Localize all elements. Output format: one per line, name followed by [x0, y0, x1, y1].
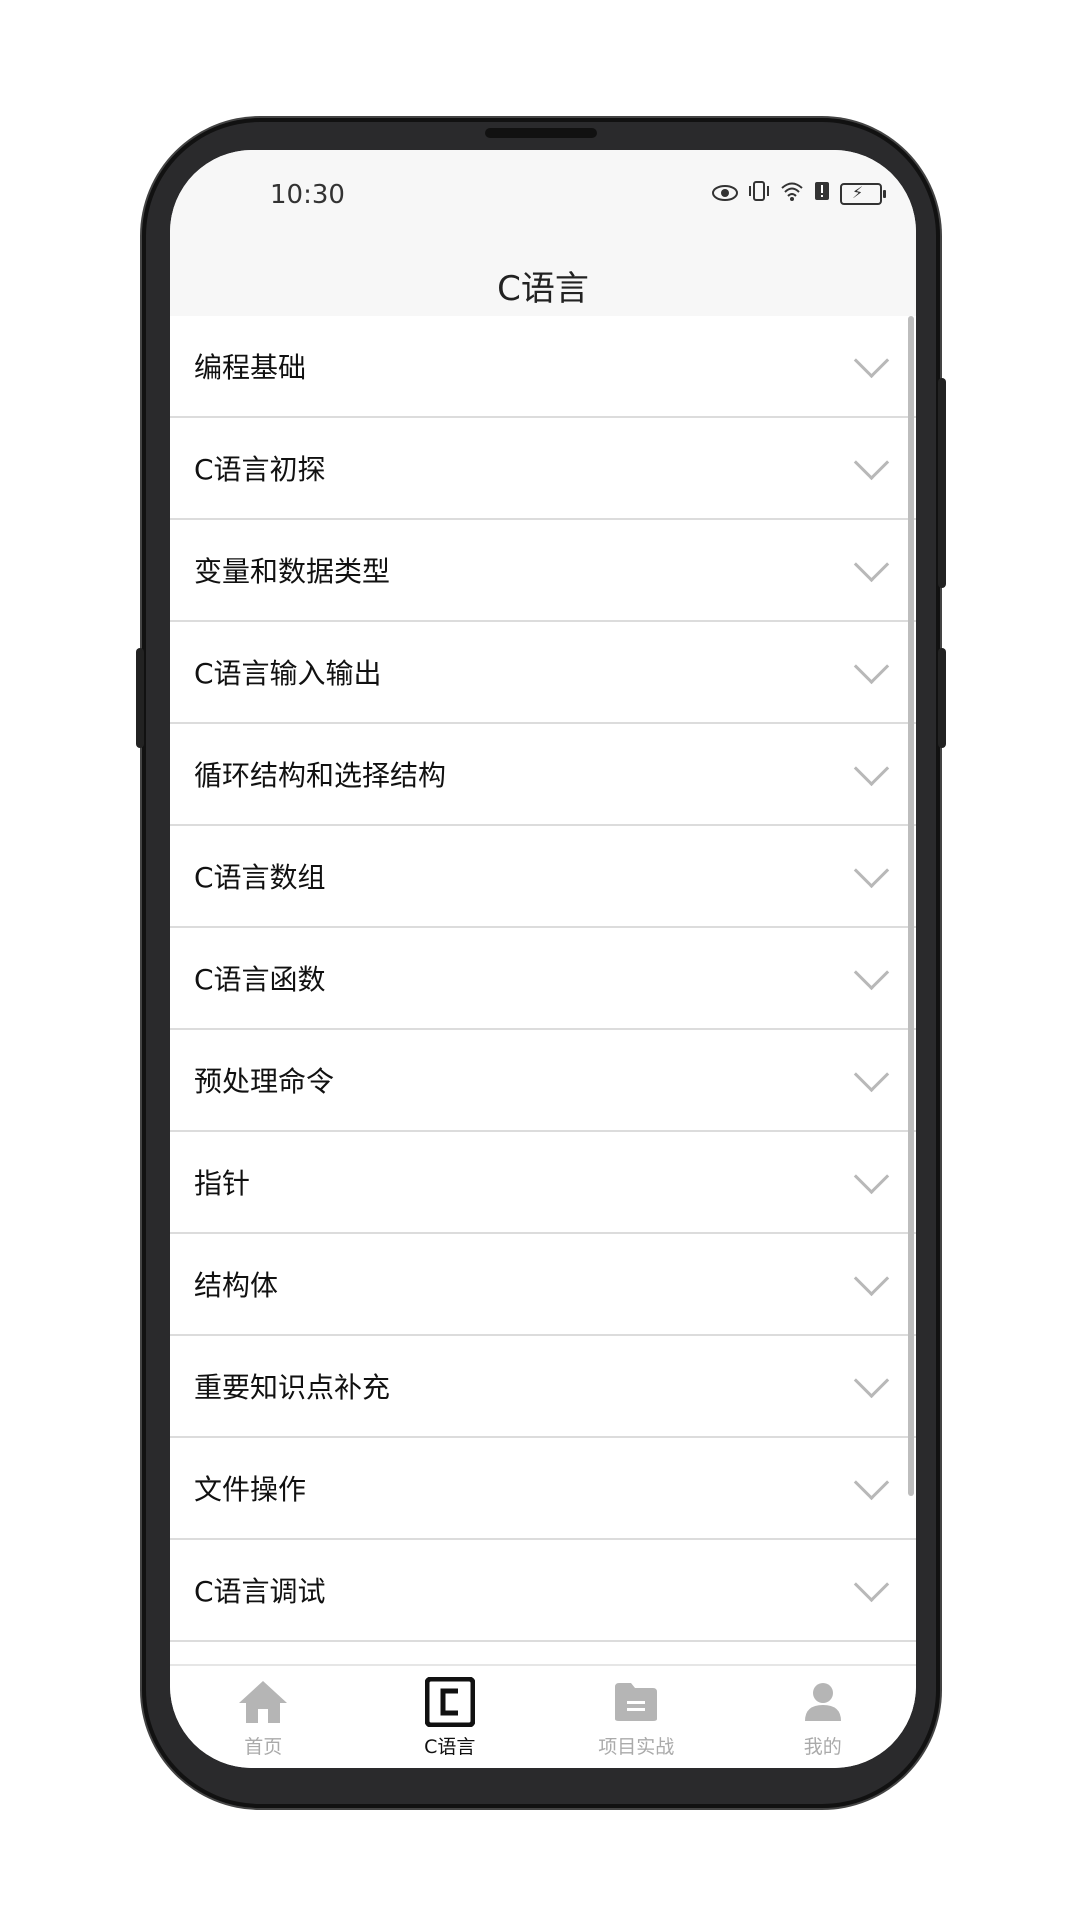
eye-icon — [712, 182, 738, 207]
chevron-down-icon — [853, 648, 890, 685]
chevron-down-icon — [853, 342, 890, 379]
tab-mine-label: 我的 — [803, 1736, 842, 1758]
side-button-upper — [938, 378, 946, 588]
wifi-icon — [780, 181, 804, 207]
tab-c-language-label: C语言 — [424, 1736, 476, 1758]
chevron-down-icon — [853, 1464, 890, 1501]
list-item-label: C语言初探 — [194, 453, 326, 486]
tab-home[interactable]: 首页 — [170, 1666, 357, 1768]
status-time: 10:30 — [270, 180, 345, 210]
tab-home-label: 首页 — [244, 1736, 283, 1758]
tab-mine[interactable]: 我的 — [730, 1666, 917, 1768]
tab-c-language[interactable]: C语言 — [357, 1666, 544, 1768]
user-icon — [796, 1676, 850, 1728]
list-item[interactable]: 结构体 — [170, 1234, 916, 1336]
tab-projects[interactable]: 项目实战 — [543, 1666, 730, 1768]
side-button-lower — [938, 648, 946, 748]
tab-bar: 首页 C语言 项目实战 我的 — [170, 1664, 916, 1768]
home-icon — [236, 1676, 290, 1728]
list-item-label: C语言输入输出 — [194, 657, 382, 690]
list-item[interactable]: 指针 — [170, 1132, 916, 1234]
scrollbar[interactable] — [908, 316, 914, 1496]
status-bar: 10:30 ⚡ — [170, 150, 916, 240]
list-item[interactable]: 文件操作 — [170, 1438, 916, 1540]
list-item-label: 编程基础 — [194, 351, 307, 384]
chevron-down-icon — [853, 1566, 890, 1603]
list-item-label: 预处理命令 — [194, 1065, 335, 1098]
chevron-down-icon — [853, 852, 890, 889]
chevron-down-icon — [853, 546, 890, 583]
speaker-grille — [485, 128, 597, 138]
chapter-list: 编程基础 C语言初探 变量和数据类型 C语言输入输出 循环结构和选择结构 C语言… — [170, 316, 916, 1670]
list-item[interactable]: 循环结构和选择结构 — [170, 724, 916, 826]
list-item-label: 重要知识点补充 — [194, 1371, 391, 1404]
chevron-down-icon — [853, 444, 890, 481]
list-item-label: 指针 — [194, 1167, 251, 1200]
chevron-down-icon — [853, 954, 890, 991]
list-item-label: C语言函数 — [194, 963, 326, 996]
chevron-down-icon — [853, 1158, 890, 1195]
list-item-label: 循环结构和选择结构 — [194, 759, 447, 792]
list-item-label: C语言数组 — [194, 861, 326, 894]
volume-button — [136, 648, 144, 748]
vibrate-icon — [748, 180, 770, 208]
chevron-down-icon — [853, 1362, 890, 1399]
c-language-icon — [423, 1676, 477, 1728]
page-title: C语言 — [497, 268, 589, 309]
list-item[interactable]: 预处理命令 — [170, 1030, 916, 1132]
list-item-label: 结构体 — [194, 1269, 279, 1302]
list-item[interactable]: C语言调试 — [170, 1540, 916, 1642]
list-item-label: 文件操作 — [194, 1473, 307, 1506]
battery-icon: ⚡ — [840, 183, 886, 205]
list-item-label: 变量和数据类型 — [194, 555, 391, 588]
list-item[interactable]: C语言函数 — [170, 928, 916, 1030]
chevron-down-icon — [853, 750, 890, 787]
screen: 10:30 ⚡ C语言 编程基础 C语言初探 变量和数据类型 C语言输入输出 循… — [170, 150, 916, 1768]
folder-icon — [609, 1676, 663, 1728]
list-item[interactable]: C语言初探 — [170, 418, 916, 520]
chevron-down-icon — [853, 1260, 890, 1297]
tab-projects-label: 项目实战 — [598, 1736, 675, 1758]
status-icons: ⚡ — [712, 180, 886, 208]
list-item-label: C语言调试 — [194, 1575, 326, 1608]
list-item[interactable]: 编程基础 — [170, 316, 916, 418]
list-item[interactable]: C语言输入输出 — [170, 622, 916, 724]
list-item[interactable]: 重要知识点补充 — [170, 1336, 916, 1438]
chevron-down-icon — [853, 1056, 890, 1093]
alert-icon — [814, 181, 830, 207]
list-item[interactable]: 变量和数据类型 — [170, 520, 916, 622]
list-item[interactable]: C语言数组 — [170, 826, 916, 928]
